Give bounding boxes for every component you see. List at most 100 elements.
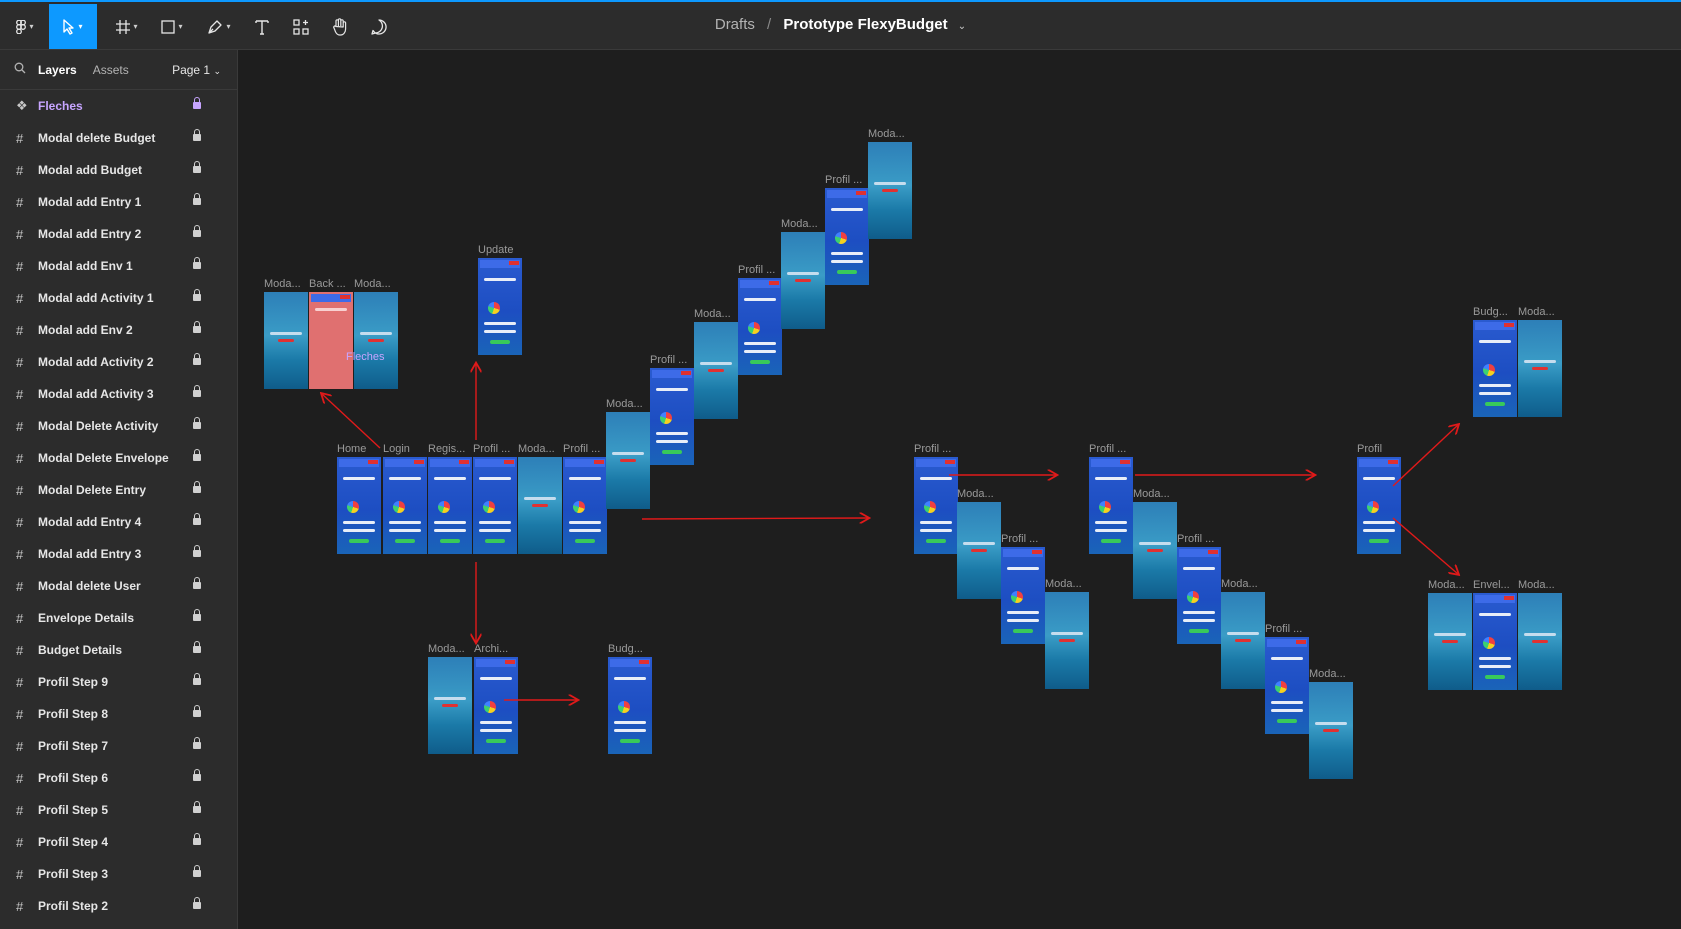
- layer-item[interactable]: # Profil Step 3: [0, 858, 237, 890]
- layer-item[interactable]: # Modal Delete Activity: [0, 410, 237, 442]
- lock-icon[interactable]: [193, 705, 201, 718]
- layer-item[interactable]: # Profil Step 5: [0, 794, 237, 826]
- top-toolbar: ▾ ▾ ▾ ▾ ▾ Drafts / Prototype FlexyBudget…: [0, 0, 1681, 50]
- breadcrumb: Drafts / Prototype FlexyBudget ⌄: [0, 16, 1681, 33]
- layer-item[interactable]: # Modal add Entry 4: [0, 506, 237, 538]
- lock-icon[interactable]: [193, 769, 201, 782]
- tab-layers[interactable]: Layers: [38, 63, 77, 77]
- layer-item[interactable]: ❖ Fleches: [0, 90, 237, 122]
- layer-item[interactable]: # Budget Details: [0, 634, 237, 666]
- frame-icon: #: [16, 354, 24, 370]
- layer-label: Envelope Details: [38, 611, 135, 625]
- layer-label: Modal add Activity 3: [38, 387, 154, 401]
- frame-icon: #: [16, 322, 24, 338]
- breadcrumb-folder[interactable]: Drafts: [715, 16, 755, 33]
- layer-label: Profil Step 4: [38, 835, 109, 849]
- frame-icon: #: [16, 162, 24, 178]
- frame-icon: #: [16, 482, 24, 498]
- layer-item[interactable]: # Modal Delete Entry: [0, 474, 237, 506]
- lock-icon[interactable]: [193, 193, 201, 206]
- lock-icon[interactable]: [193, 225, 201, 238]
- layer-item[interactable]: # Modal delete User: [0, 570, 237, 602]
- layer-label: Modal delete Budget: [38, 131, 156, 145]
- layer-item[interactable]: # Profil Step 2: [0, 890, 237, 922]
- flow-arrow[interactable]: [322, 394, 381, 449]
- lock-icon[interactable]: [193, 129, 201, 142]
- layer-item[interactable]: # Modal add Entry 1: [0, 186, 237, 218]
- layers-panel: Layers Assets Page 1 ⌄ ❖ Fleches # Modal de…: [0, 50, 238, 929]
- layer-label: Modal add Activity 2: [38, 355, 154, 369]
- layer-item[interactable]: # Modal add Budget: [0, 154, 237, 186]
- layer-item[interactable]: # Profil Step 6: [0, 762, 237, 794]
- lock-icon[interactable]: [193, 481, 201, 494]
- layer-label: Modal add Env 2: [38, 323, 133, 337]
- lock-icon[interactable]: [193, 289, 201, 302]
- layer-item[interactable]: # Modal add Activity 1: [0, 282, 237, 314]
- layer-item[interactable]: # Profil Step 7: [0, 730, 237, 762]
- flow-arrow[interactable]: [1392, 425, 1458, 487]
- frame-icon: #: [16, 226, 24, 242]
- page-selector[interactable]: Page 1 ⌄: [172, 63, 221, 77]
- frame-icon: #: [16, 290, 24, 306]
- design-canvas[interactable]: Moda... Back ... Moda... Update Home Login Reg…: [238, 50, 1681, 929]
- lock-icon[interactable]: [193, 513, 201, 526]
- component-icon: ❖: [16, 98, 28, 113]
- lock-icon[interactable]: [193, 385, 201, 398]
- search-icon[interactable]: [14, 62, 26, 77]
- layer-item[interactable]: # Modal add Env 1: [0, 250, 237, 282]
- frame-icon: #: [16, 738, 24, 754]
- lock-icon[interactable]: [193, 897, 201, 910]
- layer-label: Modal add Entry 4: [38, 515, 142, 529]
- flow-arrow[interactable]: [641, 518, 868, 519]
- layer-item[interactable]: # Profil Step 8: [0, 698, 237, 730]
- lock-icon[interactable]: [193, 417, 201, 430]
- frame-icon: #: [16, 898, 24, 914]
- lock-icon[interactable]: [193, 161, 201, 174]
- file-name[interactable]: Prototype FlexyBudget: [783, 16, 947, 33]
- lock-icon[interactable]: [193, 833, 201, 846]
- lock-icon[interactable]: [193, 641, 201, 654]
- flow-arrows: [238, 50, 1681, 929]
- layer-item[interactable]: # Profil Step 9: [0, 666, 237, 698]
- frame-icon: #: [16, 546, 24, 562]
- chevron-down-icon: ⌄: [213, 65, 221, 76]
- layer-item[interactable]: # Envelope Details: [0, 602, 237, 634]
- lock-icon[interactable]: [193, 257, 201, 270]
- lock-icon[interactable]: [193, 609, 201, 622]
- lock-icon[interactable]: [193, 865, 201, 878]
- layer-item[interactable]: # Profil Step 4: [0, 826, 237, 858]
- frame-icon: #: [16, 802, 24, 818]
- layer-label: Modal add Env 1: [38, 259, 133, 273]
- lock-icon[interactable]: [193, 97, 201, 110]
- frame-icon: #: [16, 610, 24, 626]
- flow-arrow[interactable]: [1392, 517, 1458, 574]
- layer-label: Profil Step 9: [38, 675, 109, 689]
- layer-label: Modal add Budget: [38, 163, 142, 177]
- frame-icon: #: [16, 706, 24, 722]
- layer-item[interactable]: # Modal Delete Envelope: [0, 442, 237, 474]
- layer-item[interactable]: # Modal delete Budget: [0, 122, 237, 154]
- layer-list: ❖ Fleches # Modal delete Budget # Modal add B…: [0, 90, 237, 922]
- lock-icon[interactable]: [193, 353, 201, 366]
- lock-icon[interactable]: [193, 449, 201, 462]
- layer-label: Modal Delete Activity: [38, 419, 159, 433]
- lock-icon[interactable]: [193, 577, 201, 590]
- lock-icon[interactable]: [193, 801, 201, 814]
- layer-label: Modal add Entry 3: [38, 547, 142, 561]
- tab-assets[interactable]: Assets: [93, 63, 129, 77]
- frame-icon: #: [16, 578, 24, 594]
- layer-item[interactable]: # Modal add Activity 3: [0, 378, 237, 410]
- layer-label: Modal Delete Envelope: [38, 451, 169, 465]
- chevron-down-icon[interactable]: ⌄: [958, 21, 966, 32]
- lock-icon[interactable]: [193, 737, 201, 750]
- lock-icon[interactable]: [193, 673, 201, 686]
- layer-item[interactable]: # Modal add Entry 3: [0, 538, 237, 570]
- layer-label: Profil Step 8: [38, 707, 109, 721]
- layer-item[interactable]: # Modal add Env 2: [0, 314, 237, 346]
- lock-icon[interactable]: [193, 545, 201, 558]
- layer-item[interactable]: # Modal add Activity 2: [0, 346, 237, 378]
- layer-label: Modal add Entry 1: [38, 195, 142, 209]
- lock-icon[interactable]: [193, 321, 201, 334]
- layer-item[interactable]: # Modal add Entry 2: [0, 218, 237, 250]
- layer-label: Profil Step 7: [38, 739, 109, 753]
